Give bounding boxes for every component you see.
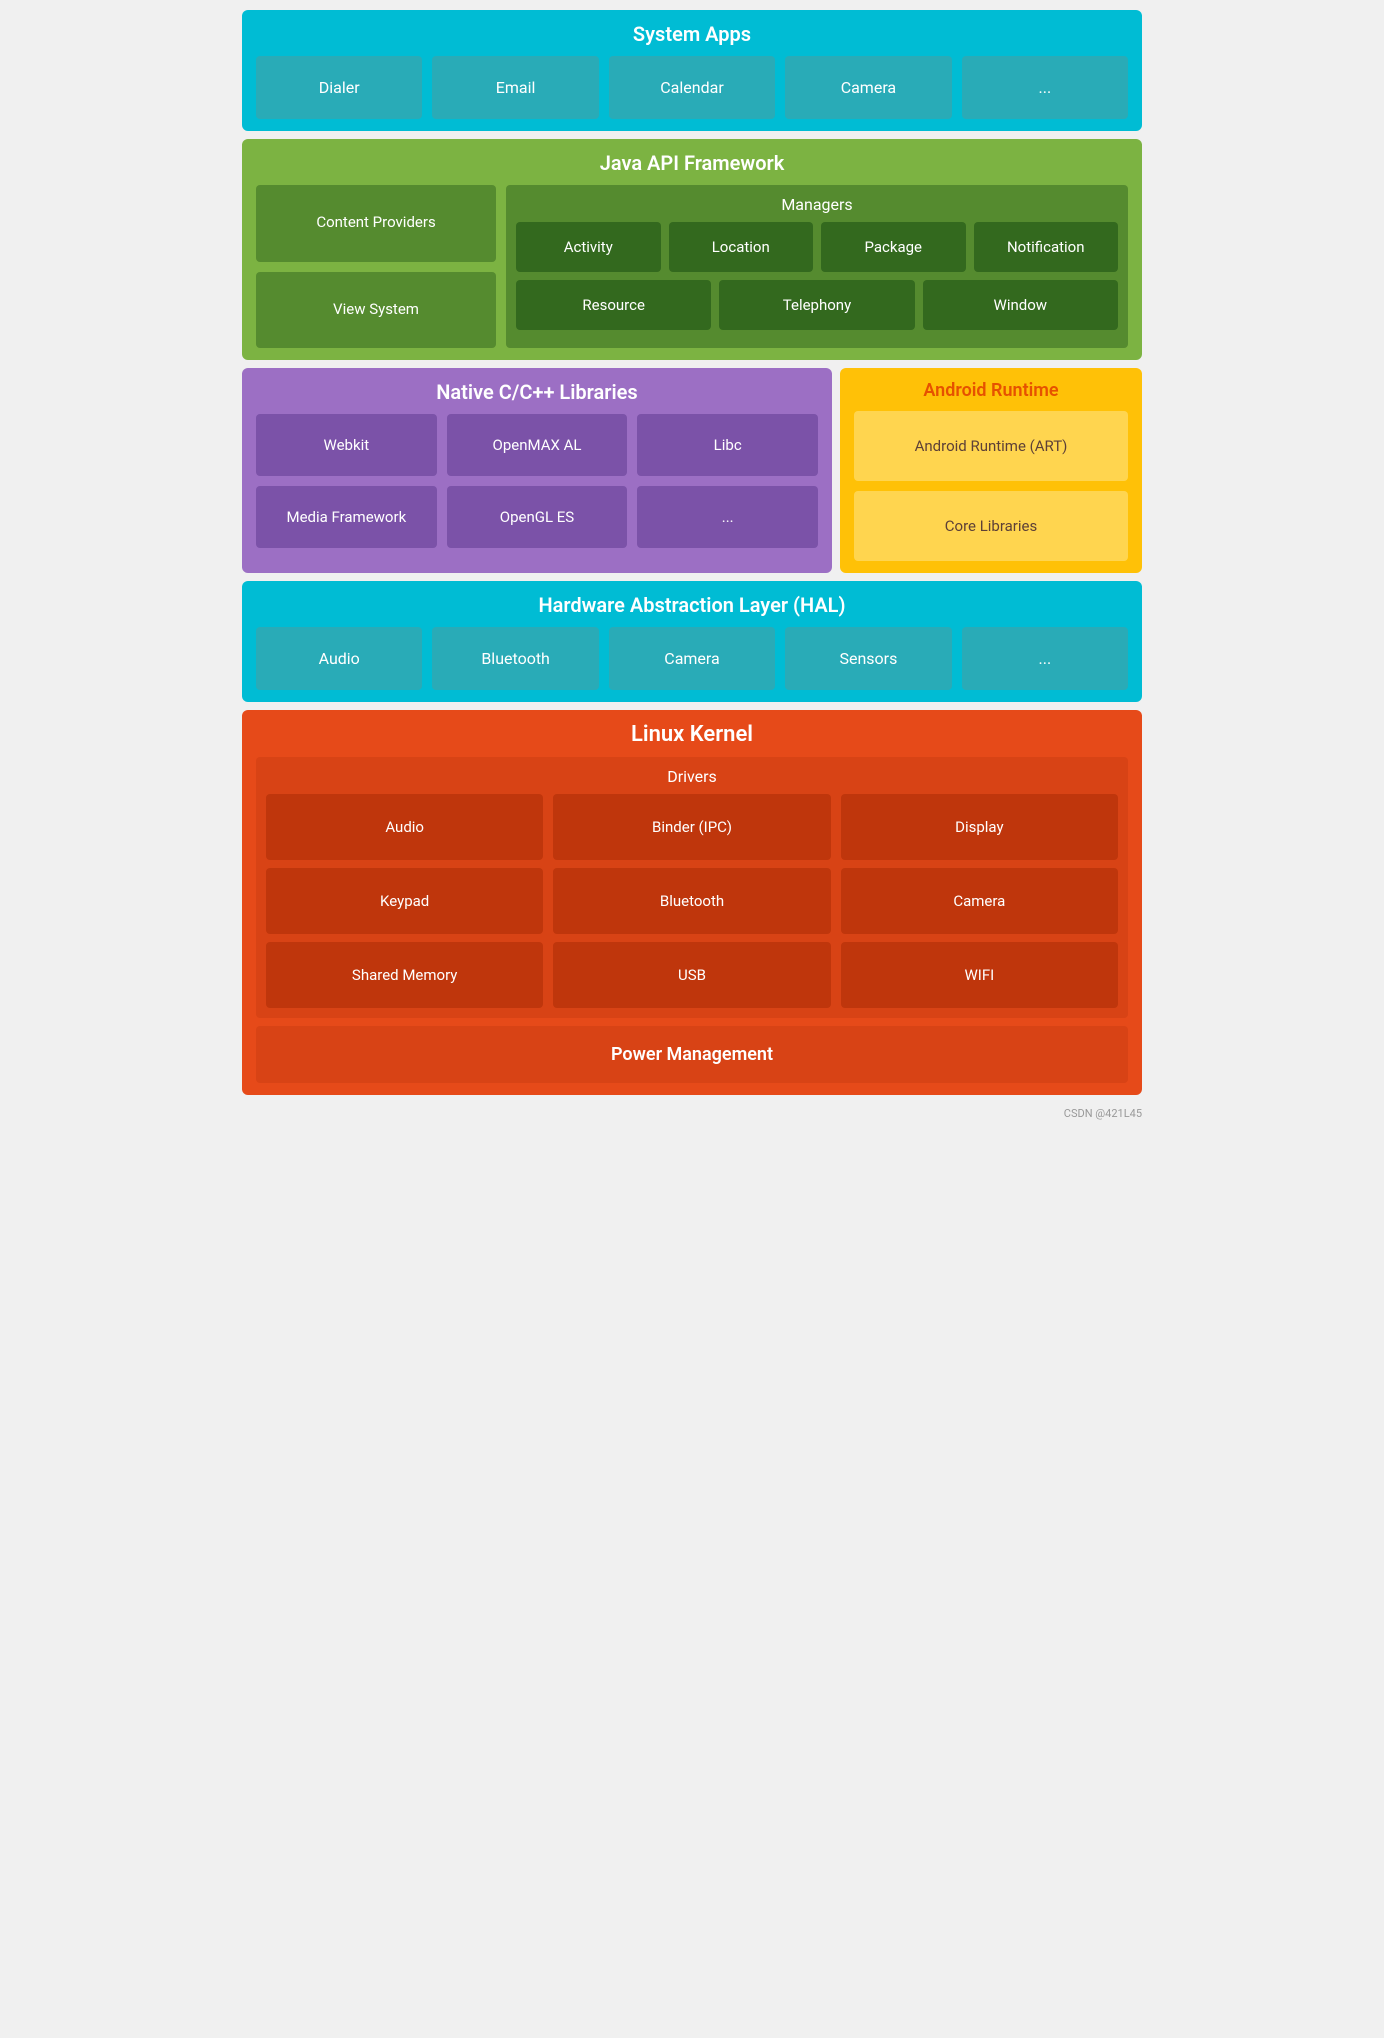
drivers-title: Drivers: [266, 767, 1118, 786]
hal-camera-box: Camera: [609, 627, 775, 690]
hal-sensors-box: Sensors: [785, 627, 951, 690]
content-providers-box: Content Providers: [256, 185, 496, 262]
driver-audio: Audio: [266, 794, 543, 860]
linux-kernel-layer: Linux Kernel Drivers Audio Binder (IPC) …: [242, 710, 1142, 1095]
managers-title: Managers: [516, 195, 1118, 214]
driver-usb: USB: [553, 942, 830, 1008]
package-manager: Package: [821, 222, 966, 272]
system-apps-title: System Apps: [256, 22, 1128, 46]
managers-row2: Resource Telephony Window: [516, 280, 1118, 330]
driver-shared-memory: Shared Memory: [266, 942, 543, 1008]
dialer-box: Dialer: [256, 56, 422, 119]
resource-manager: Resource: [516, 280, 711, 330]
core-libraries-box: Core Libraries: [854, 491, 1128, 561]
telephony-manager: Telephony: [719, 280, 914, 330]
driver-camera: Camera: [841, 868, 1118, 934]
notification-manager: Notification: [974, 222, 1119, 272]
more-box: ...: [962, 56, 1128, 119]
window-manager: Window: [923, 280, 1118, 330]
java-api-right: Managers Activity Location Package Notif…: [506, 185, 1128, 348]
java-api-layer: Java API Framework Content Providers Vie…: [242, 139, 1142, 360]
native-more-box: ...: [637, 486, 818, 548]
email-box: Email: [432, 56, 598, 119]
android-runtime-title: Android Runtime: [854, 380, 1128, 401]
drivers-section: Drivers Audio Binder (IPC) Display Keypa…: [256, 757, 1128, 1018]
system-apps-boxes: Dialer Email Calendar Camera ...: [256, 56, 1128, 119]
hal-audio-box: Audio: [256, 627, 422, 690]
native-libs-layer: Native C/C++ Libraries Webkit OpenMAX AL…: [242, 368, 832, 573]
opengl-box: OpenGL ES: [447, 486, 628, 548]
android-runtime-boxes: Android Runtime (ART) Core Libraries: [854, 411, 1128, 561]
java-api-left: Content Providers View System: [256, 185, 496, 348]
driver-bluetooth: Bluetooth: [553, 868, 830, 934]
system-apps-layer: System Apps Dialer Email Calendar Camera…: [242, 10, 1142, 131]
power-management-box: Power Management: [256, 1026, 1128, 1083]
hal-title: Hardware Abstraction Layer (HAL): [256, 593, 1128, 617]
view-system-box: View System: [256, 272, 496, 349]
camera-box: Camera: [785, 56, 951, 119]
hal-bluetooth-box: Bluetooth: [432, 627, 598, 690]
watermark: CSDN @421L45: [242, 1103, 1142, 1124]
android-architecture-diagram: System Apps Dialer Email Calendar Camera…: [242, 10, 1142, 1124]
android-runtime-layer: Android Runtime Android Runtime (ART) Co…: [840, 368, 1142, 573]
java-api-title: Java API Framework: [256, 151, 1128, 175]
libc-box: Libc: [637, 414, 818, 476]
java-api-content: Content Providers View System Managers A…: [256, 185, 1128, 348]
driver-row-2: Keypad Bluetooth Camera: [266, 868, 1118, 934]
driver-display: Display: [841, 794, 1118, 860]
art-box: Android Runtime (ART): [854, 411, 1128, 481]
driver-wifi: WIFI: [841, 942, 1118, 1008]
media-framework-box: Media Framework: [256, 486, 437, 548]
driver-row-1: Audio Binder (IPC) Display: [266, 794, 1118, 860]
native-libs-boxes: Webkit OpenMAX AL Libc Media Framework O…: [256, 414, 818, 548]
managers-row1: Activity Location Package Notification: [516, 222, 1118, 272]
hal-layer: Hardware Abstraction Layer (HAL) Audio B…: [242, 581, 1142, 702]
native-libs-row2: Media Framework OpenGL ES ...: [256, 486, 818, 548]
linux-kernel-title: Linux Kernel: [256, 722, 1128, 747]
native-runtime-row: Native C/C++ Libraries Webkit OpenMAX AL…: [242, 368, 1142, 573]
driver-row-3: Shared Memory USB WIFI: [266, 942, 1118, 1008]
location-manager: Location: [669, 222, 814, 272]
driver-keypad: Keypad: [266, 868, 543, 934]
hal-more-box: ...: [962, 627, 1128, 690]
webkit-box: Webkit: [256, 414, 437, 476]
hal-boxes: Audio Bluetooth Camera Sensors ...: [256, 627, 1128, 690]
native-libs-title: Native C/C++ Libraries: [256, 380, 818, 404]
driver-binder: Binder (IPC): [553, 794, 830, 860]
native-libs-row1: Webkit OpenMAX AL Libc: [256, 414, 818, 476]
openmax-box: OpenMAX AL: [447, 414, 628, 476]
calendar-box: Calendar: [609, 56, 775, 119]
activity-manager: Activity: [516, 222, 661, 272]
